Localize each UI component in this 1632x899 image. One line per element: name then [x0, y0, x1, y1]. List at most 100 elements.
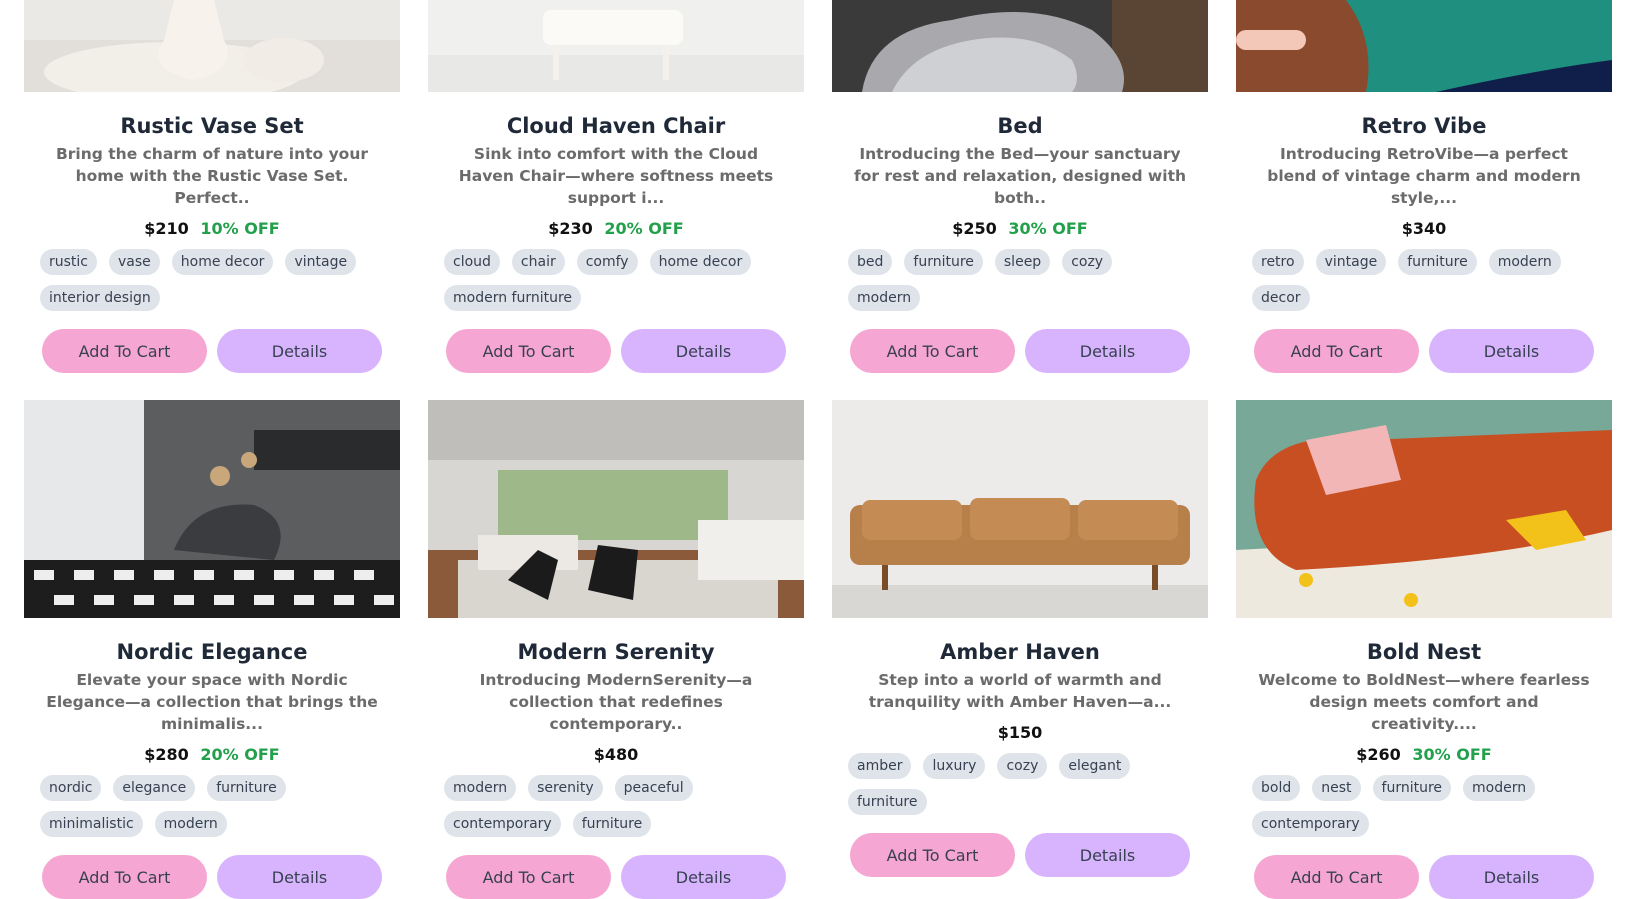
price-row: $480 [428, 745, 804, 765]
orange-sofa-image[interactable] [1236, 400, 1612, 618]
tag[interactable]: retro [1252, 249, 1304, 275]
tag-list: rustic vase home decor vintage interior … [40, 249, 384, 311]
tag[interactable]: furniture [207, 775, 286, 801]
details-button[interactable]: Details [621, 329, 786, 373]
product-card: Bold Nest Welcome to BoldNest—where fear… [1236, 400, 1612, 899]
price-row: $230 20% OFF [428, 219, 804, 239]
price: $250 [952, 219, 997, 238]
tag[interactable]: modern [848, 285, 921, 311]
discount-badge: 20% OFF [200, 745, 280, 764]
card-actions: Add To Cart Details [446, 329, 786, 373]
living-room-image[interactable] [428, 400, 804, 618]
tag[interactable]: contemporary [444, 811, 561, 837]
add-to-cart-button[interactable]: Add To Cart [446, 855, 611, 899]
tag[interactable]: modern [1463, 775, 1536, 801]
card-actions: Add To Cart Details [850, 329, 1190, 373]
details-button[interactable]: Details [1429, 855, 1594, 899]
retro-sofa-image[interactable] [1236, 0, 1612, 92]
tag[interactable]: chair [511, 249, 565, 275]
tag[interactable]: amber [848, 753, 912, 779]
tag[interactable]: nordic [40, 775, 102, 801]
tag[interactable]: furniture [1372, 775, 1452, 801]
tag[interactable]: rustic [40, 249, 97, 275]
tag[interactable]: vase [109, 249, 160, 275]
details-button[interactable]: Details [1025, 329, 1190, 373]
add-to-cart-button[interactable]: Add To Cart [42, 329, 207, 373]
price: $150 [997, 723, 1043, 742]
details-button[interactable]: Details [621, 855, 786, 899]
tag[interactable]: furniture [572, 811, 652, 837]
tag[interactable]: bed [848, 249, 893, 275]
tag[interactable]: cozy [1062, 249, 1113, 275]
price-row: $210 10% OFF [24, 219, 400, 239]
tag[interactable]: comfy [576, 249, 638, 275]
add-to-cart-button[interactable]: Add To Cart [850, 329, 1015, 373]
tag[interactable]: interior design [40, 285, 160, 311]
bed-image[interactable] [832, 0, 1208, 92]
product-card: Nordic Elegance Elevate your space with … [24, 400, 400, 899]
tag[interactable]: vintage [285, 249, 357, 275]
product-description: Elevate your space with Nordic Elegance—… [46, 671, 378, 733]
details-button[interactable]: Details [1025, 833, 1190, 877]
tag[interactable]: nest [1312, 775, 1361, 801]
details-button[interactable]: Details [1429, 329, 1594, 373]
add-to-cart-button[interactable]: Add To Cart [446, 329, 611, 373]
discount-badge: 10% OFF [200, 219, 280, 238]
price: $230 [548, 219, 593, 238]
discount-badge: 30% OFF [1412, 745, 1492, 764]
product-card: Cloud Haven Chair Sink into comfort with… [428, 0, 804, 400]
price-row: $340 [1236, 219, 1612, 239]
tag[interactable]: elegance [113, 775, 196, 801]
tag[interactable]: home decor [171, 249, 274, 275]
tag[interactable]: vintage [1315, 249, 1387, 275]
price-row: $260 30% OFF [1236, 745, 1612, 765]
tag[interactable]: modern [1488, 249, 1561, 275]
vase-image[interactable] [24, 0, 400, 92]
product-card: Rustic Vase Set Bring the charm of natur… [24, 0, 400, 400]
tag[interactable]: cloud [444, 249, 500, 275]
tag[interactable]: furniture [848, 789, 927, 815]
tag-list: modern serenity peaceful contemporary fu… [444, 775, 788, 837]
price: $210 [144, 219, 189, 238]
product-title: Modern Serenity [517, 640, 715, 664]
card-actions: Add To Cart Details [42, 329, 382, 373]
tag-list: bed furniture sleep cozy modern [848, 249, 1192, 311]
details-button[interactable]: Details [217, 329, 382, 373]
add-to-cart-button[interactable]: Add To Cart [850, 833, 1015, 877]
card-actions: Add To Cart Details [1254, 855, 1594, 899]
tag[interactable]: luxury [923, 753, 986, 779]
tag[interactable]: furniture [1398, 249, 1477, 275]
product-description: Introducing RetroVibe—a perfect blend of… [1267, 145, 1581, 207]
add-to-cart-button[interactable]: Add To Cart [1254, 329, 1419, 373]
tag[interactable]: sleep [994, 249, 1051, 275]
tag[interactable]: modern [444, 775, 517, 801]
tag[interactable]: decor [1252, 285, 1310, 311]
card-actions: Add To Cart Details [42, 855, 382, 899]
card-actions: Add To Cart Details [850, 833, 1190, 877]
tag[interactable]: modern [154, 811, 227, 837]
tag[interactable]: serenity [528, 775, 603, 801]
price: $480 [593, 745, 639, 764]
tag[interactable]: minimalistic [40, 811, 143, 837]
tag[interactable]: contemporary [1252, 811, 1369, 837]
product-description: Introducing the Bed—your sanctuary for r… [853, 145, 1187, 207]
details-button[interactable]: Details [217, 855, 382, 899]
add-to-cart-button[interactable]: Add To Cart [42, 855, 207, 899]
tag-list: retro vintage furniture modern decor [1252, 249, 1596, 311]
tag[interactable]: cozy [997, 753, 1048, 779]
add-to-cart-button[interactable]: Add To Cart [1254, 855, 1419, 899]
product-card: Amber Haven Step into a world of warmth … [832, 400, 1208, 880]
tag[interactable]: peaceful [614, 775, 693, 801]
tag[interactable]: home decor [649, 249, 752, 275]
chair-image[interactable] [428, 0, 804, 92]
product-title: Retro Vibe [1361, 114, 1487, 138]
tag-list: bold nest furniture modern contemporary [1252, 775, 1596, 837]
price-row: $250 30% OFF [832, 219, 1208, 239]
tag[interactable]: bold [1252, 775, 1301, 801]
tag[interactable]: furniture [904, 249, 983, 275]
nordic-room-image[interactable] [24, 400, 400, 618]
tag[interactable]: elegant [1059, 753, 1131, 779]
leather-sofa-image[interactable] [832, 400, 1208, 618]
product-card: Modern Serenity Introducing ModernSereni… [428, 400, 804, 899]
tag[interactable]: modern furniture [444, 285, 582, 311]
